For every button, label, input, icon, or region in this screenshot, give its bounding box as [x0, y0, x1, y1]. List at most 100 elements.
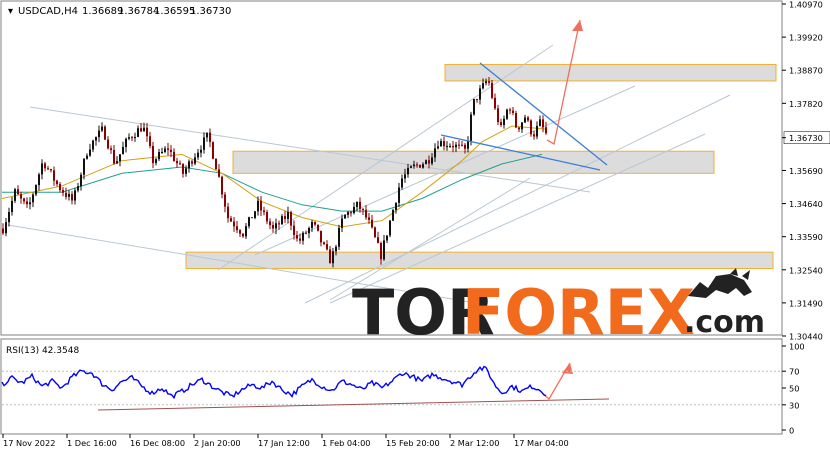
candle-body: [71, 194, 73, 201]
candle-body: [320, 230, 322, 243]
candle-body: [368, 217, 370, 220]
candle-body: [272, 225, 274, 229]
candle-body: [191, 161, 193, 164]
candle-body: [473, 99, 475, 115]
candle-body: [155, 159, 157, 164]
candle-body: [371, 219, 373, 228]
candle-body: [518, 127, 520, 130]
candle-body: [269, 221, 271, 226]
candle-body: [50, 169, 52, 171]
candle-body: [239, 230, 241, 234]
candle-body: [176, 161, 178, 164]
candle-body: [437, 146, 439, 149]
candle-body: [134, 136, 136, 138]
candle-body: [125, 138, 127, 148]
price-tick-label: 1.33590: [789, 232, 823, 242]
candle-body: [482, 83, 484, 89]
candle-body: [62, 190, 64, 193]
candle-body: [14, 189, 16, 201]
time-tick-label: 1 Feb 04:00: [322, 438, 371, 448]
price-tick-label: 1.37820: [789, 99, 823, 109]
candle-body: [521, 122, 523, 130]
rsi-tick-label: 100: [789, 342, 805, 352]
candle-body: [545, 127, 547, 134]
rsi-tick-label: 30: [789, 400, 799, 410]
candle-body: [110, 148, 112, 151]
candle-body: [299, 238, 301, 241]
price-zone-1: [444, 64, 777, 82]
candle-body: [464, 144, 466, 149]
candle-body: [2, 228, 4, 234]
candle-body: [365, 209, 367, 218]
price-tick-label: 1.32540: [789, 265, 823, 275]
candle-body: [251, 217, 253, 219]
candle-body: [305, 232, 307, 234]
time-tick-label: 2 Mar 12:00: [450, 438, 499, 448]
candle-body: [296, 235, 298, 239]
candle-body: [509, 109, 511, 111]
time-tick-label: 17 Mar 04:00: [514, 438, 569, 448]
candle-body: [491, 82, 493, 98]
candle-body: [68, 194, 70, 197]
price-tick-label: 1.35690: [789, 166, 823, 176]
candle-body: [29, 202, 31, 205]
time-tick-label: 15 Feb 20:00: [386, 438, 440, 448]
candle-body: [386, 235, 388, 241]
candle-body: [32, 194, 34, 203]
candle-body: [101, 126, 103, 131]
candle-body: [254, 211, 256, 218]
candle-body: [179, 163, 181, 165]
candle-body: [59, 184, 61, 191]
price-tick-label: 1.36730: [789, 133, 823, 143]
candle-body: [44, 163, 46, 169]
candle-body: [41, 163, 43, 175]
candle-body: [119, 154, 121, 162]
candle-body: [233, 221, 235, 227]
candle-body: [11, 200, 13, 212]
candle-body: [137, 128, 139, 137]
time-tick-label: 2 Jan 20:00: [194, 438, 241, 448]
candle-body: [227, 206, 229, 219]
candle-body: [431, 157, 433, 164]
candle-body: [107, 139, 109, 149]
candle-body: [407, 167, 409, 175]
candle-body: [506, 109, 508, 119]
candle-body: [17, 189, 19, 195]
candle-body: [500, 122, 502, 126]
candle-body: [380, 243, 382, 260]
candle-body: [494, 97, 496, 109]
candle-body: [128, 137, 130, 139]
rsi-tick-label: 70: [789, 367, 799, 377]
rsi-tick-label: 0: [789, 426, 794, 436]
candle-body: [98, 130, 100, 138]
candle-body: [422, 164, 424, 168]
candle-body: [332, 251, 334, 264]
candle-body: [461, 144, 463, 146]
candle-body: [140, 128, 142, 132]
candle-body: [416, 164, 418, 166]
candle-body: [47, 168, 49, 170]
candle-body: [257, 200, 259, 212]
candle-body: [293, 225, 295, 236]
candle-body: [428, 160, 430, 164]
candle-body: [302, 232, 304, 241]
candle-body: [263, 210, 265, 213]
candle-body: [104, 126, 106, 140]
candle-body: [374, 227, 376, 238]
candle-body: [143, 127, 145, 132]
brand-com-text: .com: [684, 305, 765, 340]
chart-collapse-icon[interactable]: ▾: [8, 6, 13, 17]
candle-body: [218, 169, 220, 177]
candle-body: [152, 145, 154, 164]
candle-body: [146, 127, 148, 137]
candle-body: [92, 140, 94, 150]
candle-body: [224, 194, 226, 207]
candle-body: [392, 210, 394, 221]
candle-body: [113, 150, 115, 164]
candle-body: [8, 211, 10, 223]
candle-body: [26, 201, 28, 205]
candle-body: [83, 158, 85, 175]
candle-body: [542, 119, 544, 128]
candle-body: [404, 174, 406, 179]
candle-body: [485, 81, 487, 84]
